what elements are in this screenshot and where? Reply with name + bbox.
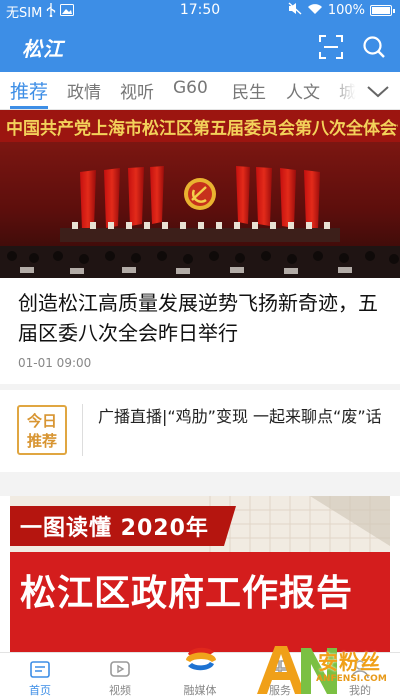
headline-title[interactable]: 创造松江高质量发展逆势飞扬新奇迹，五届区委八次全会昨日举行: [18, 288, 388, 348]
tab-expand-button[interactable]: [366, 81, 390, 101]
nav-media-label: 融媒体: [183, 684, 217, 697]
app-logo: 松江: [22, 37, 64, 61]
scan-icon: [319, 35, 343, 59]
chevron-down-icon: [367, 86, 389, 98]
badge-divider: [82, 404, 83, 456]
tab-politics[interactable]: 政情: [67, 78, 101, 103]
tab-livelihood[interactable]: 民生: [232, 78, 266, 103]
nav-video[interactable]: 视频: [90, 653, 150, 700]
today-recommend-badge: 今日 推荐: [17, 405, 67, 455]
headline-time: 01-01 09:00: [18, 356, 92, 370]
tab-g60[interactable]: G60: [173, 78, 208, 98]
search-button[interactable]: [360, 33, 388, 61]
battery-icon: [370, 5, 395, 16]
divider: [0, 472, 400, 496]
watermark-text: 安粉丝: [318, 650, 381, 674]
badge-line-2: 推荐: [26, 432, 57, 450]
wifi-icon: [307, 3, 323, 19]
tab-recommend[interactable]: 推荐: [10, 77, 48, 104]
watermark-sub: ANFENSI.COM: [316, 674, 387, 684]
status-right: 100%: [288, 2, 395, 19]
headline-image[interactable]: 中国共产党上海市松江区第五届委员会第八次全体会议: [0, 110, 400, 278]
battery-percent: 100%: [327, 3, 365, 18]
nav-home-label: 首页: [29, 684, 51, 697]
report-banner[interactable]: 一图读懂 2020年 松江区政府工作报告: [10, 496, 390, 656]
banner-line-1: 一图读懂 2020年: [20, 516, 209, 541]
scan-button[interactable]: [318, 34, 344, 60]
tab-video[interactable]: 视听: [120, 78, 154, 103]
home-icon: [30, 661, 50, 678]
badge-line-1: 今日: [26, 412, 57, 430]
nav-home[interactable]: 首页: [10, 653, 70, 700]
divider: [0, 384, 400, 390]
video-icon: [110, 661, 130, 677]
channel-tabs: 推荐 政情 视听 G60 民生 人文 城: [0, 72, 400, 110]
status-bar: 无SIM 17:50 100%: [0, 0, 400, 22]
tab-culture[interactable]: 人文: [286, 78, 320, 103]
banner-line-2: 松江区政府工作报告: [20, 573, 354, 614]
nav-video-label: 视频: [109, 684, 131, 697]
app-header: 松江: [0, 22, 400, 72]
media-logo-graphic: [186, 647, 216, 671]
hero-banner-text: 中国共产党上海市松江区第五届委员会第八次全体会议: [6, 119, 398, 139]
search-icon: [363, 36, 385, 58]
tab-active-indicator: [10, 106, 48, 109]
tab-fade: [328, 72, 368, 109]
mute-icon: [288, 2, 302, 19]
media-logo-icon[interactable]: [182, 640, 220, 678]
today-recommend-link[interactable]: 广播直播|“鸡肋”变现 一起来聊点“废”话: [98, 404, 388, 430]
